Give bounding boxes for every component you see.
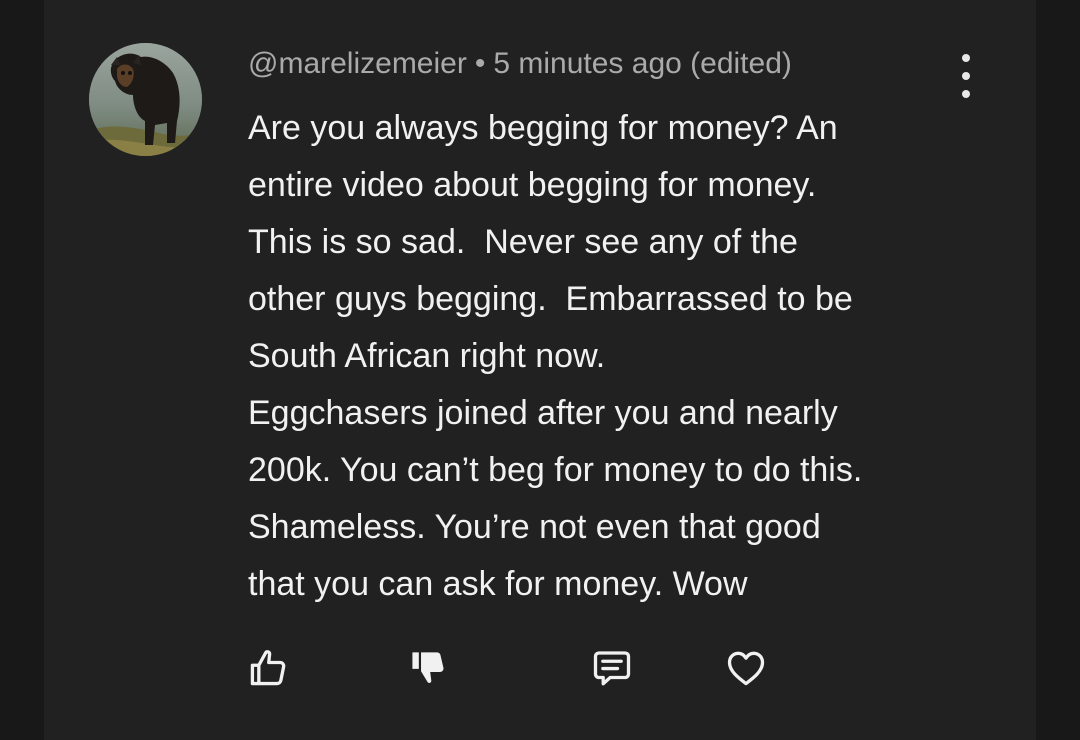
comment-timestamp: 5 minutes ago (edited) — [493, 47, 792, 80]
avatar[interactable] — [89, 43, 202, 156]
dislike-button[interactable] — [404, 644, 452, 692]
heart-icon — [727, 651, 765, 686]
comment-line: Are you always begging for money? An — [248, 109, 838, 147]
reply-comment-icon — [593, 651, 631, 686]
comment-actions — [244, 644, 765, 694]
more-vertical-icon — [962, 54, 970, 62]
thumbs-up-icon — [250, 650, 286, 686]
comment-line: South African right now. — [248, 337, 606, 375]
more-vertical-icon-dot — [962, 72, 970, 80]
page: @marelizemeier • 5 minutes ago (edited) Ar… — [0, 0, 1080, 740]
comment-line: that you can ask for money. Wow — [248, 565, 748, 603]
thumbs-down-icon — [412, 652, 444, 683]
comment-line: 200k. You can’t beg for money to do this… — [248, 451, 863, 489]
comment-line: other guys begging. Embarrassed to be — [248, 280, 853, 318]
comment-line: entire video about begging for money. — [248, 166, 817, 204]
reply-button[interactable] — [588, 644, 636, 692]
heart-button[interactable] — [722, 644, 770, 692]
dog-photo-avatar-icon — [89, 43, 202, 156]
like-button[interactable] — [244, 644, 292, 692]
author-name[interactable]: @marelizemeier — [248, 47, 467, 80]
comment-line: Eggchasers joined after you and nearly — [248, 394, 838, 432]
more-options-button[interactable] — [948, 54, 984, 98]
comment-card: @marelizemeier • 5 minutes ago (edited) Ar… — [44, 0, 1036, 740]
comment-line: Shameless. You’re not even that good — [248, 508, 821, 546]
more-vertical-icon-dot — [962, 90, 970, 98]
comment-body: Are you always begging for money? An ent… — [248, 100, 988, 613]
comment-meta: @marelizemeier • 5 minutes ago (edited) — [248, 44, 792, 84]
comment-line: This is so sad. Never see any of the — [248, 223, 798, 261]
meta-separator: • — [474, 47, 486, 80]
